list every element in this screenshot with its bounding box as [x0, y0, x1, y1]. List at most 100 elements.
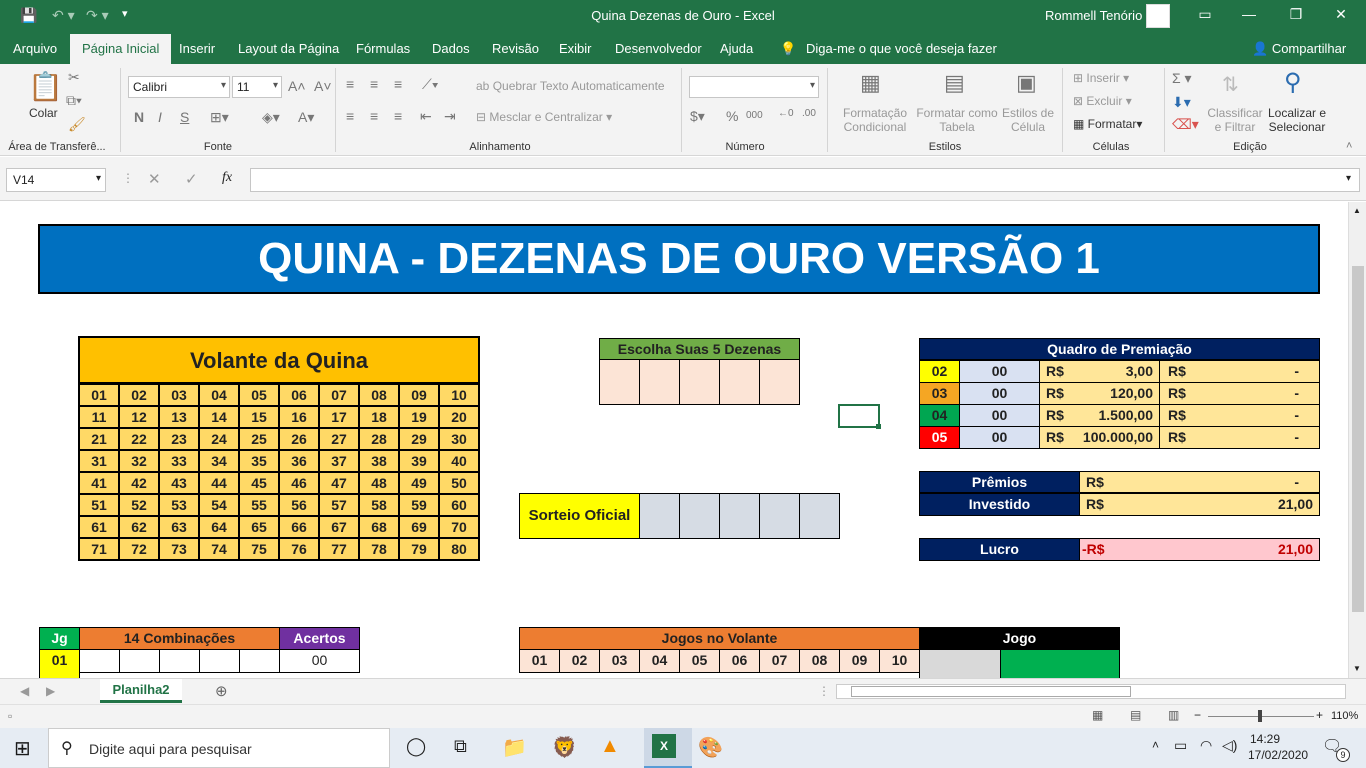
orientation-icon[interactable]: ⟋▾	[422, 76, 439, 93]
sorteio-cell[interactable]	[679, 493, 720, 539]
combination-cell[interactable]	[159, 649, 200, 673]
avatar[interactable]	[1146, 4, 1170, 28]
windows-start-icon[interactable]: ⊞	[14, 736, 31, 761]
escolha-cell[interactable]	[719, 359, 760, 405]
fill-icon[interactable]: ⬇▾	[1172, 94, 1191, 111]
formula-input[interactable]	[250, 168, 1360, 192]
scroll-thumb[interactable]	[1352, 266, 1364, 612]
font-color-icon[interactable]: A▾	[298, 109, 314, 126]
align-bottom-icon[interactable]: ≡	[394, 76, 402, 92]
excel-taskbar-button[interactable]: X	[644, 728, 692, 768]
italic-button[interactable]: I	[158, 109, 162, 125]
bold-button[interactable]: N	[134, 109, 144, 125]
enter-icon[interactable]: ✓	[185, 170, 198, 188]
task-view-icon[interactable]: ⧉	[454, 736, 467, 757]
clock-time[interactable]: 14:29	[1250, 732, 1280, 746]
tell-me-input[interactable]: Diga-me o que você deseja fazer	[806, 41, 997, 56]
percent-button[interactable]: %	[726, 108, 738, 124]
combination-cell[interactable]	[119, 649, 160, 673]
escolha-cell[interactable]	[599, 359, 640, 405]
tab-dados[interactable]: Dados	[432, 41, 470, 56]
align-center-icon[interactable]: ≡	[370, 108, 378, 124]
vlc-icon[interactable]: ▲	[600, 735, 620, 758]
insert-function-button[interactable]: fx	[222, 170, 232, 186]
sorteio-cell[interactable]	[799, 493, 840, 539]
font-name-select[interactable]: Calibri ▾	[128, 76, 230, 98]
macro-record-icon[interactable]: ▫	[8, 709, 12, 723]
merge-center-button[interactable]: ⊟ Mesclar e Centralizar ▾	[476, 110, 612, 124]
paste-label[interactable]: Colar	[29, 106, 58, 120]
share-button[interactable]: 👤 Compartilhar	[1252, 41, 1346, 57]
zoom-in-icon[interactable]: +	[1316, 708, 1323, 722]
number-format-select[interactable]: ▾	[689, 76, 819, 98]
add-sheet-icon[interactable]: ⊕	[215, 682, 228, 700]
sorteio-cell[interactable]	[639, 493, 680, 539]
currency-icon[interactable]: $▾	[690, 108, 705, 125]
worksheet[interactable]: QUINA - DEZENAS DE OURO VERSÃO 1 Volante…	[0, 202, 1348, 678]
conditional-format-button[interactable]: Formatação Condicional	[843, 106, 907, 134]
show-hidden-icons[interactable]: ˄	[1152, 738, 1159, 752]
format-cells-button[interactable]: ▦ Formatar▾	[1073, 117, 1142, 131]
decrease-font-icon[interactable]: A˅	[314, 78, 332, 94]
collapse-ribbon-icon[interactable]: ˄	[1346, 140, 1352, 152]
sheet-tab-planilha2[interactable]: Planilha2	[100, 679, 182, 703]
wifi-icon[interactable]: ◠	[1200, 737, 1212, 754]
tab-ajuda[interactable]: Ajuda	[720, 41, 753, 56]
hscroll-thumb[interactable]	[851, 686, 1131, 697]
combination-cell[interactable]	[79, 649, 120, 673]
decrease-indent-icon[interactable]: ⇤	[420, 108, 432, 125]
align-middle-icon[interactable]: ≡	[370, 76, 378, 92]
sorteio-cell[interactable]	[719, 493, 760, 539]
minimize-icon[interactable]: —	[1239, 6, 1259, 22]
increase-indent-icon[interactable]: ⇥	[444, 108, 456, 125]
decrease-decimal-icon[interactable]: .00	[802, 108, 816, 119]
combination-cell[interactable]	[199, 649, 240, 673]
copy-icon[interactable]: ⧉▾	[66, 92, 82, 109]
taskbar-search[interactable]: ⚲ Digite aqui para pesquisar	[48, 728, 390, 768]
borders-icon[interactable]: ⊞▾	[210, 109, 229, 126]
cell-styles-button[interactable]: Estilos de Célula	[1000, 106, 1056, 134]
escolha-cell[interactable]	[679, 359, 720, 405]
thousands-button[interactable]: 000	[746, 110, 763, 121]
brave-browser-icon[interactable]: 🦁	[552, 735, 577, 760]
user-name[interactable]: Rommell Tenório	[1045, 8, 1142, 23]
autosum-icon[interactable]: Σ ▾	[1172, 70, 1192, 87]
scroll-down-icon[interactable]: ▼	[1353, 664, 1361, 673]
wrap-text-button[interactable]: ab Quebrar Texto Automaticamente	[476, 79, 665, 93]
align-left-icon[interactable]: ≡	[346, 108, 354, 124]
selected-cell[interactable]	[838, 404, 880, 428]
page-break-icon[interactable]: ▥	[1168, 708, 1179, 722]
name-box[interactable]: V14 ▾	[6, 168, 106, 192]
escolha-cell[interactable]	[639, 359, 680, 405]
format-as-table-button[interactable]: Formatar como Tabela	[914, 106, 1000, 134]
clock-date[interactable]: 17/02/2020	[1248, 748, 1308, 762]
clear-icon[interactable]: ⌫▾	[1172, 116, 1199, 133]
close-icon[interactable]: ✕	[1331, 6, 1351, 23]
delete-cells-button[interactable]: ⊠ Excluir ▾	[1073, 94, 1132, 108]
tab-inserir[interactable]: Inserir	[179, 41, 215, 56]
zoom-out-icon[interactable]: −	[1194, 708, 1201, 722]
sorteio-cell[interactable]	[759, 493, 800, 539]
tab-desenvolvedor[interactable]: Desenvolvedor	[615, 41, 702, 56]
align-top-icon[interactable]: ≡	[346, 76, 354, 92]
increase-font-icon[interactable]: A˄	[288, 78, 306, 94]
scroll-up-icon[interactable]: ▲	[1353, 206, 1361, 215]
cut-icon[interactable]: ✂	[68, 69, 80, 86]
combination-cell[interactable]	[239, 649, 280, 673]
paste-icon[interactable]: 📋	[28, 70, 63, 103]
format-painter-icon[interactable]: 🖌	[68, 116, 86, 133]
paint-icon[interactable]: 🎨	[698, 735, 723, 760]
zoom-level[interactable]: 110%	[1331, 710, 1358, 722]
prev-sheet-icon[interactable]: ◀	[20, 684, 29, 698]
vertical-scrollbar[interactable]: ▲ ▼	[1348, 202, 1366, 678]
cortana-icon[interactable]: ◯	[406, 736, 426, 757]
cancel-icon[interactable]: ✕	[148, 170, 161, 188]
file-explorer-icon[interactable]: 📁	[502, 735, 527, 760]
zoom-slider-thumb[interactable]	[1258, 710, 1262, 722]
tab-revisao[interactable]: Revisão	[492, 41, 539, 56]
fill-handle[interactable]	[876, 424, 881, 429]
page-layout-icon[interactable]: ▤	[1130, 708, 1141, 722]
tab-pagina-inicial[interactable]: Página Inicial	[70, 34, 172, 64]
horizontal-scrollbar[interactable]	[836, 684, 1346, 699]
font-size-select[interactable]: 11 ▾	[232, 76, 282, 98]
